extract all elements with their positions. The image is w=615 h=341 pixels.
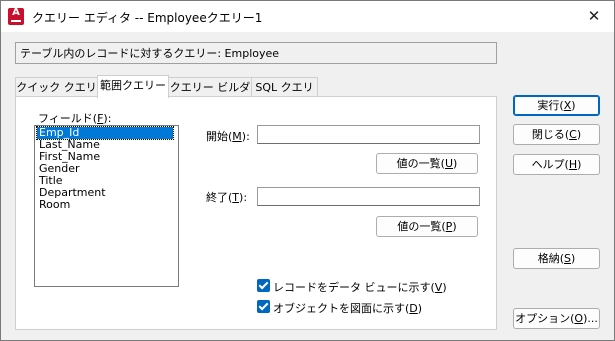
tab-sql-query[interactable]: SQL クエリー bbox=[251, 77, 318, 113]
help-button[interactable]: ヘルプ(H) bbox=[513, 154, 600, 175]
show-in-drawing-label: オブジェクトを図面に示す(D) bbox=[273, 302, 423, 315]
start-value-input[interactable] bbox=[257, 125, 480, 144]
show-in-data-view-label: レコードをデータ ビューに示す(V) bbox=[273, 281, 447, 294]
execute-button[interactable]: 実行(X) bbox=[513, 95, 600, 116]
store-button[interactable]: 格納(S) bbox=[513, 248, 600, 269]
list-item[interactable]: Room bbox=[37, 199, 70, 211]
end-value-input[interactable] bbox=[257, 187, 480, 206]
show-in-drawing-checkbox[interactable] bbox=[257, 300, 270, 313]
fields-label: フィールド(F): bbox=[38, 112, 112, 125]
end-label: 終了(T): bbox=[206, 191, 248, 204]
app-logo-icon: A bbox=[8, 7, 24, 25]
window-title: クエリー エディタ -- Employeeクエリー1 bbox=[32, 11, 263, 25]
tab-query-builder[interactable]: クエリー ビルダー bbox=[167, 77, 253, 113]
start-value-list-button[interactable]: 値の一覧(U) bbox=[376, 153, 478, 174]
query-info-bar: テーブル内のレコードに対するクエリー: Employee bbox=[15, 42, 497, 64]
close-icon[interactable]: ✕ bbox=[584, 6, 604, 26]
fields-listbox[interactable]: Emp_Id Last_Name First_Name Gender Title… bbox=[34, 125, 179, 287]
query-info-text: テーブル内のレコードに対するクエリー: Employee bbox=[20, 47, 280, 60]
start-label: 開始(M): bbox=[206, 130, 250, 143]
end-value-list-button[interactable]: 値の一覧(P) bbox=[376, 216, 478, 237]
tab-range-query[interactable]: 範囲クエリー bbox=[97, 75, 169, 98]
title-bar[interactable]: A クエリー エディタ -- Employeeクエリー1 ✕ bbox=[1, 1, 614, 32]
options-button[interactable]: オプション(O)... bbox=[513, 308, 600, 329]
tab-quick-query[interactable]: クイック クエリー bbox=[15, 77, 98, 113]
query-editor-dialog: A クエリー エディタ -- Employeeクエリー1 ✕ テーブル内のレコー… bbox=[0, 0, 615, 341]
show-in-data-view-checkbox[interactable] bbox=[257, 279, 270, 292]
close-button[interactable]: 閉じる(C) bbox=[513, 124, 600, 145]
